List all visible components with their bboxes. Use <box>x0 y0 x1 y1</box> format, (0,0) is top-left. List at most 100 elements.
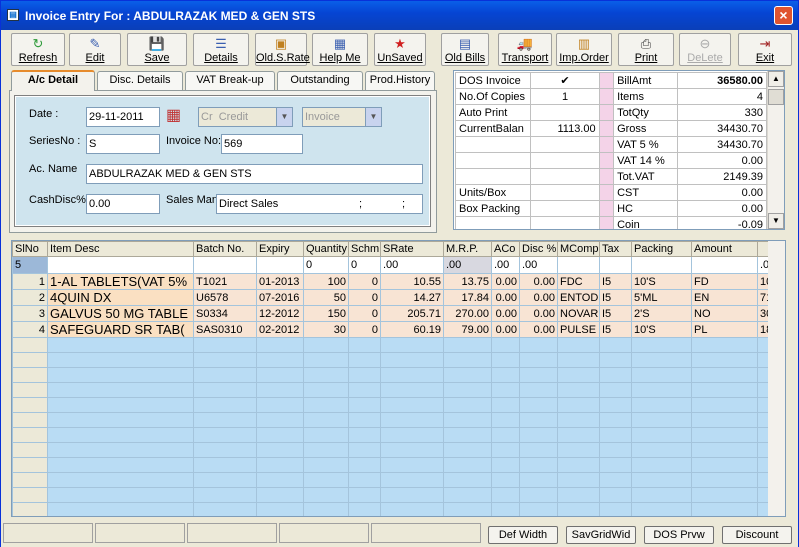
grid-cell[interactable]: 0.00 <box>519 289 558 306</box>
empty-row[interactable] <box>12 457 771 473</box>
discount-button[interactable]: Discount <box>722 526 792 544</box>
grid-cell[interactable]: 205.71 <box>380 305 444 322</box>
grid-cell[interactable] <box>256 352 304 368</box>
grid-cell[interactable] <box>443 442 492 458</box>
grid-cell[interactable] <box>557 442 600 458</box>
chevron-down-icon[interactable]: ▼ <box>365 108 381 126</box>
grid-cell[interactable]: 150 <box>303 305 349 322</box>
grid-cell[interactable] <box>47 382 194 398</box>
grid-cell[interactable]: 01-2013 <box>256 273 304 290</box>
grid-cell[interactable] <box>491 367 520 383</box>
grid-cell[interactable] <box>12 472 48 488</box>
grid-cell[interactable]: 17.84 <box>443 289 492 306</box>
grid-cell[interactable]: .00 <box>380 256 444 274</box>
grid-cell[interactable] <box>12 382 48 398</box>
grid-cell[interactable]: I5 <box>599 289 632 306</box>
grid-cell[interactable] <box>193 412 257 428</box>
grid-cell[interactable] <box>557 427 600 443</box>
grid-cell[interactable] <box>519 427 558 443</box>
scroll-up-icon[interactable]: ▲ <box>768 71 784 87</box>
help-me-button[interactable]: ▦ Help Me <box>312 33 368 66</box>
grid-cell[interactable] <box>193 457 257 473</box>
grid-cell[interactable] <box>380 397 444 413</box>
grid-cell[interactable] <box>557 382 600 398</box>
grid-cell[interactable]: T1021 <box>193 273 257 290</box>
grid-cell[interactable] <box>443 397 492 413</box>
grid-cell[interactable] <box>380 352 444 368</box>
grid-cell[interactable]: 0.00 <box>519 321 558 338</box>
grid-cell[interactable] <box>303 367 349 383</box>
grid-cell[interactable] <box>47 502 194 516</box>
grid-cell[interactable] <box>557 502 600 516</box>
grid-cell[interactable]: 0 <box>348 289 381 306</box>
grid-cell[interactable] <box>193 472 257 488</box>
grid-cell[interactable]: 10'S <box>631 321 692 338</box>
grid-cell[interactable] <box>380 502 444 516</box>
grid-cell[interactable] <box>12 427 48 443</box>
grid-cell[interactable]: 02-2012 <box>256 321 304 338</box>
def-width-button[interactable]: Def Width <box>488 526 558 544</box>
grid-cell[interactable]: 1 <box>12 273 48 290</box>
grid-cell[interactable] <box>491 487 520 503</box>
grid-cell[interactable] <box>348 397 381 413</box>
grid-cell[interactable]: 0.00 <box>491 305 520 322</box>
grid-cell[interactable] <box>380 412 444 428</box>
grid-cell[interactable]: 0.00 <box>491 321 520 338</box>
grid-cell[interactable] <box>348 442 381 458</box>
grid-cell[interactable] <box>303 352 349 368</box>
save-grid-width-button[interactable]: SavGridWid <box>566 526 636 544</box>
details-button[interactable]: ☰ Details <box>193 33 249 66</box>
grid-cell[interactable] <box>348 472 381 488</box>
grid-cell[interactable] <box>519 442 558 458</box>
grid-cell[interactable] <box>443 352 492 368</box>
grid-cell[interactable] <box>256 412 304 428</box>
grid-cell[interactable] <box>193 382 257 398</box>
grid-cell[interactable]: I5 <box>599 321 632 338</box>
transport-button[interactable]: 🚚 Transport <box>498 33 552 66</box>
grid-cell[interactable] <box>443 472 492 488</box>
grid-cell[interactable] <box>12 442 48 458</box>
grid-cell[interactable]: PL <box>691 321 758 338</box>
grid-cell[interactable] <box>12 337 48 353</box>
delete-button[interactable]: ⊖ DeLete <box>679 33 731 66</box>
date-field[interactable]: 29-11-2011 <box>86 107 160 127</box>
grid-cell[interactable] <box>631 337 692 353</box>
grid-cell[interactable]: NOVAR <box>557 305 600 322</box>
grid-cell[interactable] <box>348 412 381 428</box>
unsaved-button[interactable]: ★ UnSaved <box>374 33 426 66</box>
grid-cell[interactable]: 1-AL TABLETS(VAT 5% <box>47 273 194 290</box>
grid-cell[interactable] <box>631 367 692 383</box>
scroll-thumb[interactable] <box>768 89 784 105</box>
grid-cell[interactable]: 0 <box>303 256 349 274</box>
grid-cell[interactable] <box>348 382 381 398</box>
grid-cell[interactable] <box>256 367 304 383</box>
grid-cell[interactable] <box>691 457 758 473</box>
ac-name-field[interactable]: ABDULRAZAK MED & GEN STS <box>86 164 423 184</box>
empty-row[interactable] <box>12 352 771 368</box>
grid-cell[interactable] <box>519 502 558 516</box>
grid-cell[interactable]: FDC <box>557 273 600 290</box>
grid-cell[interactable]: I5 <box>599 305 632 322</box>
grid-cell[interactable]: SAFEGUARD SR TAB( <box>47 321 194 338</box>
grid-cell[interactable]: I5 <box>599 273 632 290</box>
grid-cell[interactable] <box>193 487 257 503</box>
grid-cell[interactable]: 2'S <box>631 305 692 322</box>
grid-cell[interactable]: FD <box>691 273 758 290</box>
grid-cell[interactable] <box>491 412 520 428</box>
grid-cell[interactable] <box>256 502 304 516</box>
grid-cell[interactable] <box>443 457 492 473</box>
grid-cell[interactable] <box>519 412 558 428</box>
grid-cell[interactable] <box>256 382 304 398</box>
grid-cell[interactable] <box>380 427 444 443</box>
grid-cell[interactable] <box>443 367 492 383</box>
grid-cell[interactable] <box>380 382 444 398</box>
grid-cell[interactable] <box>443 427 492 443</box>
table-row[interactable]: 3 GALVUS 50 MG TABLE S0334 12-2012 150 0 205.7… <box>12 305 771 322</box>
grid-cell[interactable] <box>47 337 194 353</box>
grid-cell[interactable]: 10'S <box>631 273 692 290</box>
grid-cell[interactable] <box>491 502 520 516</box>
tab-disc-details[interactable]: Disc. Details <box>97 71 183 90</box>
grid-cell[interactable] <box>348 427 381 443</box>
grid-cell[interactable] <box>380 457 444 473</box>
grid-cell[interactable]: 270.00 <box>443 305 492 322</box>
